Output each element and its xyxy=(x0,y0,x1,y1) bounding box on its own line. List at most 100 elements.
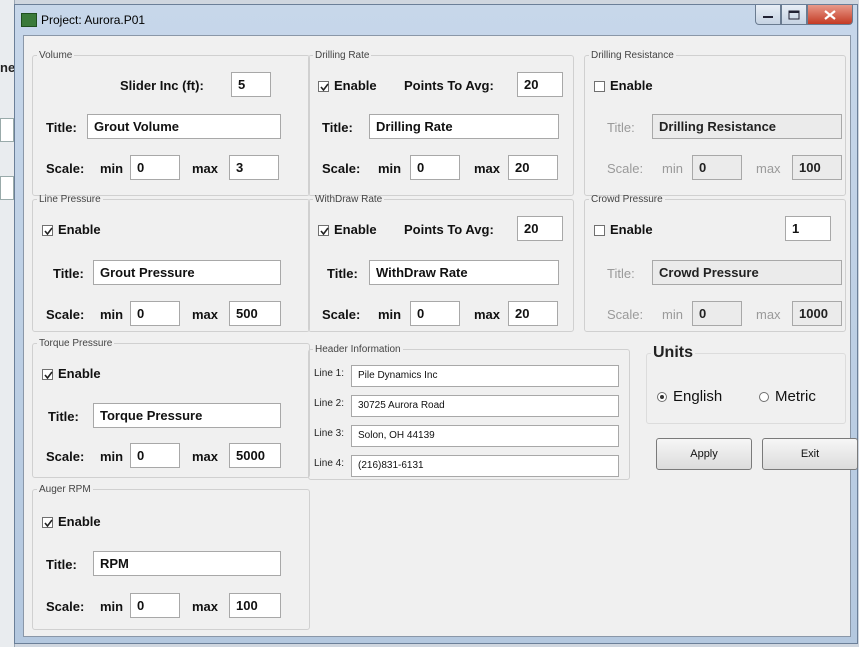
close-button[interactable] xyxy=(807,5,853,25)
torque-pressure-legend: Torque Pressure xyxy=(39,338,113,349)
torque-pressure-title-input[interactable]: Torque Pressure xyxy=(93,403,281,428)
radio-selected-dot xyxy=(660,395,664,399)
maximize-button[interactable] xyxy=(781,5,807,25)
withdraw-rate-enable-checkbox[interactable] xyxy=(318,225,329,236)
line-pressure-group: Line Pressure Enable Title: Grout Pressu… xyxy=(32,194,310,332)
torque-pressure-max-input[interactable]: 5000 xyxy=(229,443,281,468)
torque-pressure-enable-label: Enable xyxy=(58,366,101,381)
title-bar[interactable]: Project: Aurora.P01 xyxy=(15,5,857,33)
torque-pressure-enable-checkbox[interactable] xyxy=(42,369,53,380)
scale-label: Scale: xyxy=(46,599,85,614)
minimize-icon xyxy=(763,15,773,18)
withdraw-rate-max-input[interactable]: 20 xyxy=(508,301,558,326)
exit-button[interactable]: Exit xyxy=(762,438,858,470)
min-label: min xyxy=(662,161,683,176)
drilling-resistance-title-input[interactable]: Drilling Resistance xyxy=(652,114,842,139)
drilling-resistance-enable-label: Enable xyxy=(610,78,653,93)
metric-radio[interactable] xyxy=(759,392,769,402)
line-pressure-enable-label: Enable xyxy=(58,222,101,237)
volume-title-input[interactable]: Grout Volume xyxy=(87,114,281,139)
withdraw-rate-legend: WithDraw Rate xyxy=(315,194,383,205)
slider-inc-input[interactable]: 5 xyxy=(231,72,271,97)
header-line-4-label: Line 4: xyxy=(314,458,345,469)
crowd-pressure-group: Crowd Pressure Enable 1 Title: Crowd Pre… xyxy=(584,194,846,332)
max-label: max xyxy=(192,161,219,176)
checkmark-icon xyxy=(44,519,53,528)
checkmark-icon xyxy=(320,83,329,92)
drilling-rate-legend: Drilling Rate xyxy=(315,50,370,61)
points-to-avg-label: Points To Avg: xyxy=(404,78,494,93)
header-information-group: Header Information Line 1: Pile Dynamics… xyxy=(308,344,630,480)
background-text-fragment: ne xyxy=(0,60,16,75)
header-information-legend: Header Information xyxy=(315,344,401,355)
volume-legend: Volume xyxy=(39,50,73,61)
line-pressure-enable-checkbox[interactable] xyxy=(42,225,53,236)
crowd-pressure-max-input[interactable]: 1000 xyxy=(792,301,842,326)
torque-pressure-min-input[interactable]: 0 xyxy=(130,443,180,468)
max-label: max xyxy=(192,449,219,464)
drilling-rate-max-input[interactable]: 20 xyxy=(508,155,558,180)
min-label: min xyxy=(100,599,124,614)
min-label: min xyxy=(662,307,683,322)
title-label: Title: xyxy=(46,120,77,135)
drilling-resistance-min-input[interactable]: 0 xyxy=(692,155,742,180)
max-label: max xyxy=(192,307,219,322)
max-label: max xyxy=(474,307,501,322)
minimize-button[interactable] xyxy=(755,5,781,25)
drilling-resistance-max-input[interactable]: 100 xyxy=(792,155,842,180)
auger-rpm-title-input[interactable]: RPM xyxy=(93,551,281,576)
auger-rpm-max-input[interactable]: 100 xyxy=(229,593,281,618)
checkmark-icon xyxy=(44,371,53,380)
header-line-2-input[interactable]: 30725 Aurora Road xyxy=(351,395,619,417)
auger-rpm-enable-checkbox[interactable] xyxy=(42,517,53,528)
max-label: max xyxy=(474,161,501,176)
crowd-pressure-min-input[interactable]: 0 xyxy=(692,301,742,326)
title-label: Title: xyxy=(48,409,79,424)
max-label: max xyxy=(756,307,781,322)
auger-rpm-enable-label: Enable xyxy=(58,514,101,529)
drilling-rate-group: Drilling Rate Enable Points To Avg: 20 T… xyxy=(308,50,574,196)
apply-button[interactable]: Apply xyxy=(656,438,752,470)
window-title: Project: Aurora.P01 xyxy=(41,13,146,27)
drilling-rate-points-input[interactable]: 20 xyxy=(517,72,563,97)
crowd-pressure-enable-checkbox[interactable] xyxy=(594,225,605,236)
line-pressure-max-input[interactable]: 500 xyxy=(229,301,281,326)
header-line-4-input[interactable]: (216)831-6131 xyxy=(351,455,619,477)
scale-label: Scale: xyxy=(46,307,85,322)
background-window-fragment: ne xyxy=(0,0,15,647)
volume-min-input[interactable]: 0 xyxy=(130,155,180,180)
drilling-rate-min-input[interactable]: 0 xyxy=(410,155,460,180)
header-line-1-label: Line 1: xyxy=(314,368,345,379)
drilling-rate-enable-checkbox[interactable] xyxy=(318,81,329,92)
withdraw-rate-group: WithDraw Rate Enable Points To Avg: 20 T… xyxy=(308,194,574,332)
scale-label: Scale: xyxy=(46,449,85,464)
auger-rpm-legend: Auger RPM xyxy=(39,484,91,495)
withdraw-rate-title-input[interactable]: WithDraw Rate xyxy=(369,260,559,285)
withdraw-rate-points-input[interactable]: 20 xyxy=(517,216,563,241)
header-line-1-input[interactable]: Pile Dynamics Inc xyxy=(351,365,619,387)
min-label: min xyxy=(100,449,124,464)
withdraw-rate-min-input[interactable]: 0 xyxy=(410,301,460,326)
volume-max-input[interactable]: 3 xyxy=(229,155,279,180)
drilling-rate-title-input[interactable]: Drilling Rate xyxy=(369,114,559,139)
english-radio[interactable] xyxy=(657,392,667,402)
title-label: Title: xyxy=(46,557,77,572)
line-pressure-min-input[interactable]: 0 xyxy=(130,301,180,326)
crowd-pressure-legend: Crowd Pressure xyxy=(591,194,663,205)
auger-rpm-min-input[interactable]: 0 xyxy=(130,593,180,618)
english-radio-label: English xyxy=(673,388,723,405)
crowd-pressure-title-input[interactable]: Crowd Pressure xyxy=(652,260,842,285)
min-label: min xyxy=(378,307,402,322)
units-group: Units English Metric xyxy=(646,344,846,424)
auger-rpm-group: Auger RPM Enable Title: RPM Scale: min 0… xyxy=(32,484,310,630)
header-line-3-input[interactable]: Solon, OH 44139 xyxy=(351,425,619,447)
crowd-pressure-extra-input[interactable]: 1 xyxy=(785,216,831,241)
line-pressure-title-input[interactable]: Grout Pressure xyxy=(93,260,281,285)
title-label: Title: xyxy=(607,266,635,281)
drilling-resistance-group: Drilling Resistance Enable Title: Drilli… xyxy=(584,50,846,196)
checkmark-icon xyxy=(44,227,53,236)
volume-group: Volume Slider Inc (ft): 5 Title: Grout V… xyxy=(32,50,310,196)
drilling-resistance-enable-checkbox[interactable] xyxy=(594,81,605,92)
title-label: Title: xyxy=(322,120,353,135)
project-window: Project: Aurora.P01 Volume Slider Inc (f… xyxy=(14,4,858,644)
